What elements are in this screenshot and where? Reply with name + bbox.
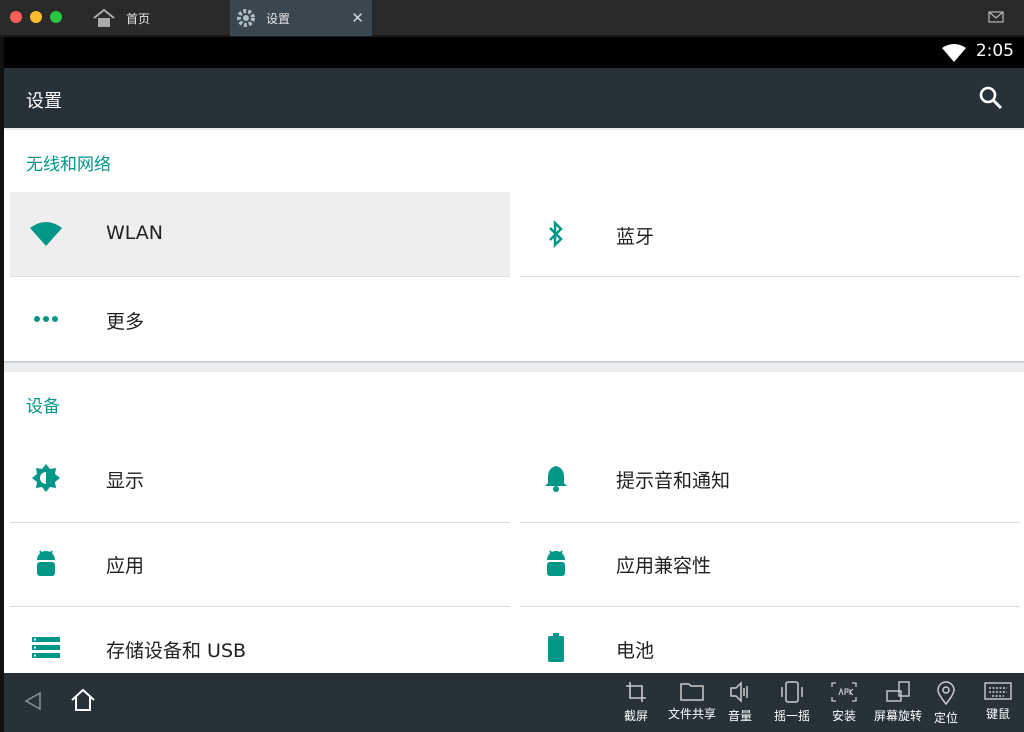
shake-icon (781, 681, 803, 703)
wifi-icon (30, 222, 62, 246)
setting-item-more[interactable]: 更多 (10, 277, 510, 361)
close-icon[interactable]: ✕ (351, 9, 364, 27)
tab-home[interactable]: 首页 (86, 0, 226, 36)
minimize-window-button[interactable] (30, 11, 42, 23)
setting-label: 应用 (106, 555, 145, 577)
back-icon[interactable] (22, 690, 44, 712)
toolbar-label: 定位 (933, 711, 958, 725)
folder-icon (680, 683, 704, 701)
wifi-signal-icon (942, 44, 966, 62)
toolbar-label: 屏幕旋转 (873, 709, 922, 723)
search-icon[interactable] (978, 85, 1004, 111)
keyboard-mouse-button[interactable]: 键鼠 (974, 681, 1022, 722)
app-bar: 设置 (4, 68, 1024, 128)
rotate-icon (886, 681, 910, 702)
setting-item-wlan[interactable]: WLAN (10, 192, 510, 276)
tab-settings-label: 设置 (266, 11, 291, 26)
close-window-button[interactable] (10, 11, 22, 23)
setting-label: 蓝牙 (616, 226, 655, 248)
maximize-window-button[interactable] (50, 11, 62, 23)
crop-icon (626, 682, 646, 702)
mail-icon[interactable] (988, 11, 1004, 23)
status-bar: 2:05 (4, 37, 1024, 68)
section-wireless: 无线和网络 WLAN 蓝牙 更多 (4, 130, 1024, 361)
setting-label: WLAN (106, 222, 164, 244)
setting-item-apps[interactable]: 应用 (10, 521, 510, 605)
home-icon[interactable] (70, 688, 96, 712)
setting-item-app-compat[interactable]: 应用兼容性 (520, 521, 1020, 605)
toolbar-label: 音量 (727, 709, 752, 723)
home-icon (93, 8, 115, 27)
settings-content[interactable]: 无线和网络 WLAN 蓝牙 更多 设备 显示 提示音和通知 应用 应用兼容性 存… (4, 128, 1024, 673)
gear-icon (237, 9, 255, 27)
setting-item-sound-notification[interactable]: 提示音和通知 (520, 436, 1020, 520)
setting-item-storage[interactable]: 存储设备和 USB (10, 606, 510, 673)
location-button[interactable]: 定位 (922, 681, 970, 726)
divider (520, 276, 1020, 277)
setting-label: 显示 (106, 470, 145, 492)
setting-label: 存储设备和 USB (106, 640, 247, 662)
setting-label: 提示音和通知 (616, 470, 731, 492)
tab-home-label: 首页 (126, 11, 151, 26)
apk-icon (831, 682, 857, 702)
android-icon (37, 550, 55, 576)
section-title: 设备 (26, 397, 60, 417)
toolbar-label: 截屏 (623, 709, 648, 723)
bluetooth-icon (549, 220, 563, 248)
toolbar-label: 摇一摇 (773, 709, 810, 723)
bell-icon (545, 466, 567, 492)
volume-icon (730, 681, 748, 703)
toolbar-label: 文件共享 (667, 707, 716, 721)
setting-label: 更多 (106, 311, 145, 333)
toolbar-label: 键鼠 (985, 707, 1010, 721)
brightness-icon (32, 464, 60, 492)
section-title: 无线和网络 (26, 155, 111, 175)
file-share-button[interactable]: 文件共享 (664, 681, 720, 722)
setting-item-battery[interactable]: 电池 (520, 606, 1020, 673)
setting-label: 应用兼容性 (616, 555, 712, 577)
battery-icon (548, 633, 564, 662)
more-icon (34, 316, 58, 322)
page-title: 设置 (26, 91, 62, 112)
storage-icon (32, 637, 60, 658)
screenshot-button[interactable]: 截屏 (612, 681, 660, 724)
android-icon (547, 550, 565, 576)
rotate-screen-button[interactable]: 屏幕旋转 (870, 681, 926, 724)
window-titlebar: 首页 设置 ✕ (0, 0, 1024, 36)
location-icon (937, 681, 955, 705)
clock: 2:05 (975, 41, 1014, 61)
setting-item-bluetooth[interactable]: 蓝牙 (520, 192, 1020, 276)
section-device: 设备 显示 提示音和通知 应用 应用兼容性 存储设备和 USB 电池 (4, 372, 1024, 673)
keyboard-icon (984, 682, 1012, 700)
volume-button[interactable]: 音量 (716, 681, 764, 724)
toolbar-label: 安装 (831, 709, 856, 723)
setting-label: 电池 (616, 640, 655, 662)
install-apk-button[interactable]: 安装 (820, 681, 868, 724)
tab-settings[interactable]: 设置 ✕ (230, 0, 372, 36)
shake-button[interactable]: 摇一摇 (768, 681, 816, 724)
setting-item-display[interactable]: 显示 (10, 436, 510, 520)
emulator-toolbar: 截屏 文件共享 音量 摇一摇 安装 屏幕旋转 定位 键鼠 (4, 673, 1024, 732)
